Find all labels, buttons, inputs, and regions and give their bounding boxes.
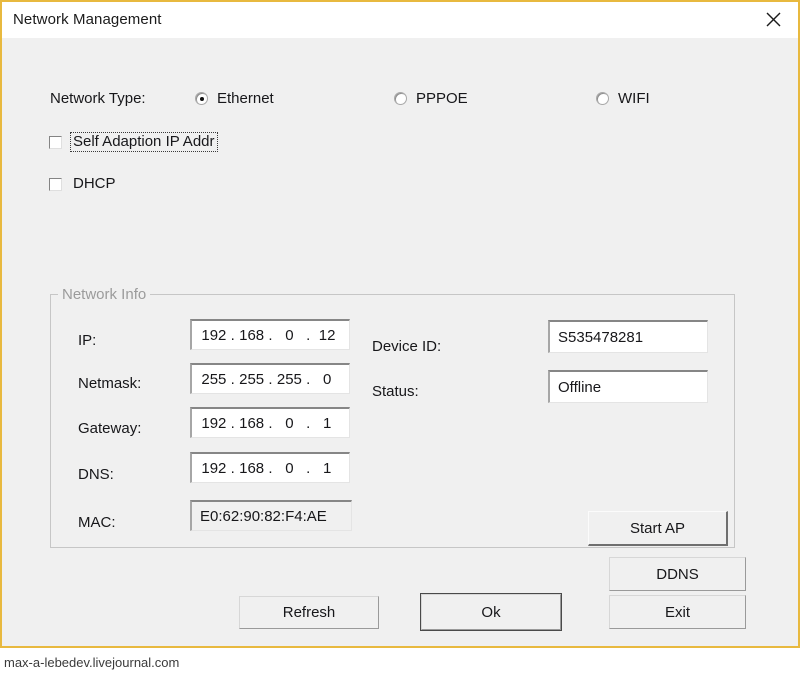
window-title: Network Management [13, 11, 162, 28]
ip-octet-2: 168 [236, 327, 268, 344]
network-type-label: Network Type: [50, 90, 146, 107]
network-info-group-title: Network Info [58, 286, 150, 303]
ip-octet-4: 12 [311, 327, 343, 344]
gateway-octet-3: 0 [274, 415, 306, 432]
netmask-octet-3: 255 [274, 371, 306, 388]
checkbox-dhcp[interactable]: DHCP [49, 174, 119, 194]
device-id-value: S535478281 [550, 329, 643, 346]
ip-input[interactable]: 192 . 168 . 0 . 12 [190, 319, 350, 350]
radio-wifi-label: WIFI [618, 90, 650, 107]
ip-label: IP: [78, 332, 96, 349]
radio-pppoe-mark [394, 92, 407, 105]
checkbox-dhcp-label: DHCP [70, 174, 119, 194]
radio-pppoe[interactable]: PPPOE [394, 90, 468, 107]
mac-label: MAC: [78, 514, 116, 531]
radio-pppoe-label: PPPOE [416, 90, 468, 107]
ok-button[interactable]: Ok [421, 594, 561, 630]
refresh-button[interactable]: Refresh [239, 596, 379, 629]
radio-wifi-mark [596, 92, 609, 105]
device-id-field[interactable]: S535478281 [548, 320, 708, 353]
device-id-label: Device ID: [372, 338, 441, 355]
gateway-input[interactable]: 192 . 168 . 0 . 1 [190, 407, 350, 438]
dialog-client-area: Network Type: Ethernet PPPOE WIFI Self A… [2, 38, 798, 646]
dns-octet-1: 192 [198, 460, 230, 477]
mac-value: E0:62:90:82:F4:AE [192, 508, 327, 525]
radio-ethernet-mark [195, 92, 208, 105]
gateway-octet-2: 168 [236, 415, 268, 432]
dns-octet-3: 0 [274, 460, 306, 477]
netmask-input[interactable]: 255 . 255 . 255 . 0 [190, 363, 350, 394]
ddns-button[interactable]: DDNS [609, 557, 746, 591]
close-icon [765, 11, 782, 28]
exit-button[interactable]: Exit [609, 595, 746, 629]
watermark-text: max-a-lebedev.livejournal.com [4, 655, 179, 670]
dns-octet-2: 168 [236, 460, 268, 477]
title-bar: Network Management [2, 2, 798, 38]
gateway-octet-4: 1 [311, 415, 343, 432]
dns-label: DNS: [78, 466, 114, 483]
ip-octet-3: 0 [274, 327, 306, 344]
status-value: Offline [550, 379, 601, 396]
netmask-octet-4: 0 [311, 371, 343, 388]
checkbox-self-adaption-ip-addr[interactable]: Self Adaption IP Addr [49, 132, 218, 152]
checkbox-self-adaption-label: Self Adaption IP Addr [70, 132, 218, 152]
close-button[interactable] [751, 2, 795, 36]
dns-octet-4: 1 [311, 460, 343, 477]
radio-wifi[interactable]: WIFI [596, 90, 650, 107]
dns-input[interactable]: 192 . 168 . 0 . 1 [190, 452, 350, 483]
radio-ethernet[interactable]: Ethernet [195, 90, 274, 107]
netmask-octet-2: 255 [236, 371, 268, 388]
start-ap-button[interactable]: Start AP [588, 511, 728, 546]
gateway-octet-1: 192 [198, 415, 230, 432]
radio-ethernet-label: Ethernet [217, 90, 274, 107]
status-field: Offline [548, 370, 708, 403]
netmask-label: Netmask: [78, 375, 141, 392]
mac-value-field: E0:62:90:82:F4:AE [190, 500, 352, 531]
checkbox-dhcp-mark [49, 178, 62, 191]
gateway-label: Gateway: [78, 420, 141, 437]
netmask-octet-1: 255 [198, 371, 230, 388]
ip-octet-1: 192 [198, 327, 230, 344]
status-label: Status: [372, 383, 419, 400]
network-management-window: Network Management Network Type: Etherne… [0, 0, 800, 648]
checkbox-self-adaption-mark [49, 136, 62, 149]
